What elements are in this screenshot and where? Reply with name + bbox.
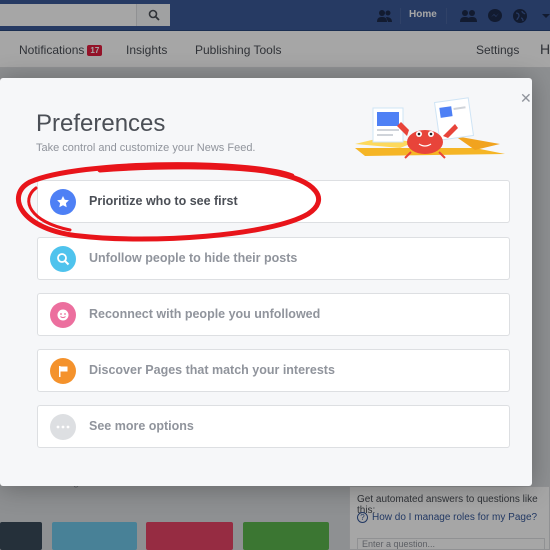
option-discover-pages[interactable]: Discover Pages that match your interests — [37, 349, 510, 392]
option-unfollow[interactable]: Unfollow people to hide their posts — [37, 237, 510, 280]
crab-illustration — [355, 97, 505, 159]
more-icon — [50, 414, 76, 440]
option-label: Discover Pages that match your interests — [89, 363, 335, 377]
option-see-more[interactable]: See more options — [37, 405, 510, 448]
option-label: Unfollow people to hide their posts — [89, 251, 298, 265]
search-icon — [50, 246, 76, 272]
close-icon[interactable]: ✕ — [520, 90, 532, 107]
star-icon — [50, 189, 76, 215]
option-reconnect[interactable]: Reconnect with people you unfollowed — [37, 293, 510, 336]
option-label: Reconnect with people you unfollowed — [89, 307, 321, 321]
option-label: See more options — [89, 419, 194, 433]
option-label: Prioritize who to see first — [89, 194, 238, 208]
dialog-subtitle: Take control and customize your News Fee… — [36, 142, 256, 154]
option-prioritize[interactable]: Prioritize who to see first — [37, 180, 510, 223]
flag-icon — [50, 358, 76, 384]
smiley-icon — [50, 302, 76, 328]
dialog-title: Preferences — [36, 110, 166, 137]
